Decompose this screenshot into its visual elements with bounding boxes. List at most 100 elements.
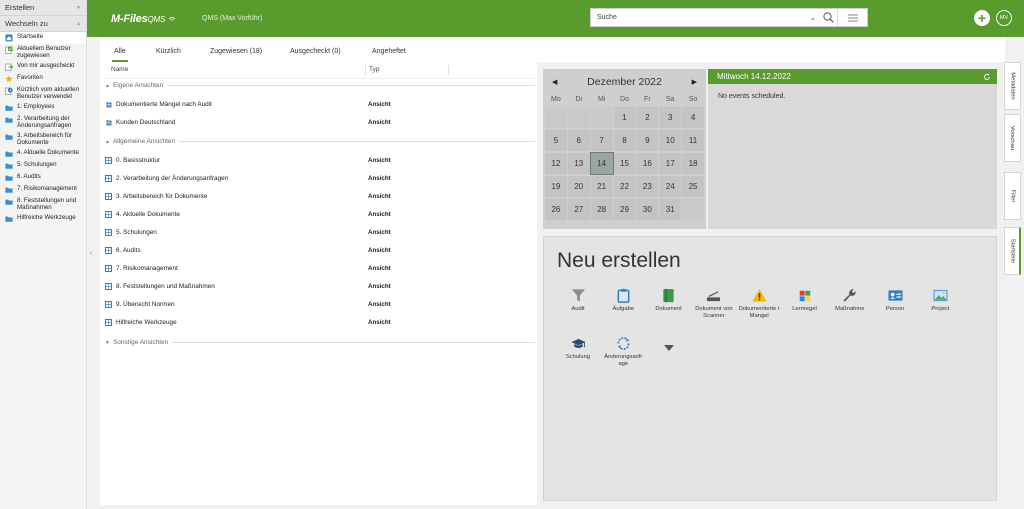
list-row[interactable]: 2. Verarbeitung der Änderungsanfragen Ans…: [105, 172, 535, 184]
calendar-day[interactable]: 10: [659, 130, 682, 151]
tab-kuerzlich[interactable]: Kürzlich: [156, 48, 181, 55]
list-row[interactable]: 4. Aktuelle Dokumente Ansicht: [105, 208, 535, 220]
create-item[interactable]: Lernregel: [782, 288, 828, 313]
tab-angeheftet[interactable]: Angeheftet: [372, 48, 406, 55]
calendar-day[interactable]: 21: [590, 176, 613, 197]
column-divider[interactable]: [448, 65, 449, 75]
list-row[interactable]: 5. Schulungen Ansicht: [105, 226, 535, 238]
list-row[interactable]: 0. Basisstruktur Ansicht: [105, 154, 535, 166]
sidebar-item[interactable]: Startseite: [0, 32, 86, 44]
calendar-day[interactable]: 12: [545, 153, 567, 174]
next-month-icon[interactable]: ▶: [692, 78, 697, 86]
calendar-day[interactable]: 22: [613, 176, 636, 197]
list-row[interactable]: 6. Audits Ansicht: [105, 245, 535, 257]
calendar-day[interactable]: 28: [590, 199, 613, 220]
calendar-day[interactable]: 31: [659, 199, 682, 220]
calendar-day[interactable]: 8: [613, 130, 636, 151]
collapse-sidebar-icon[interactable]: ‹: [87, 246, 95, 260]
list-row[interactable]: 9. Übersicht Normen Ansicht: [105, 299, 535, 311]
calendar-day[interactable]: 11: [682, 130, 704, 151]
switch-section-header[interactable]: Wechseln zu ▲: [0, 16, 86, 32]
calendar-day[interactable]: 2: [636, 107, 659, 128]
create-item[interactable]: Schulung: [555, 336, 601, 361]
calendar-day[interactable]: 25: [682, 176, 704, 197]
calendar-day[interactable]: 17: [659, 153, 682, 174]
calendar-day[interactable]: 18: [682, 153, 704, 174]
sidebar-item[interactable]: Aktuellem Benutzer zugewiesen: [0, 44, 86, 61]
list-row[interactable]: 8. Feststellungen und Maßnahmen Ansicht: [105, 281, 535, 293]
previous-month-icon[interactable]: ◀: [552, 78, 557, 86]
events-empty-text: No events scheduled.: [718, 93, 786, 100]
sidebar-item[interactable]: Kürzlich vom aktuellen Benutzer verwende…: [0, 85, 86, 102]
tab-vorschau[interactable]: Vorschau: [1004, 114, 1021, 162]
sidebar-item[interactable]: 8. Feststellungen und Maßnahmen: [0, 196, 86, 213]
group-own-views[interactable]: ▲ Eigene Ansichten: [105, 82, 535, 89]
sidebar-item[interactable]: 1. Employees: [0, 102, 86, 114]
sidebar-item[interactable]: Favoriten: [0, 73, 86, 85]
tab-zugewiesen[interactable]: Zugewiesen (18): [210, 48, 262, 55]
calendar-day[interactable]: 27: [567, 199, 590, 220]
list-row[interactable]: Dokumentierte Mängel nach Audit Ansicht: [105, 98, 535, 110]
calendar-day[interactable]: 7: [590, 130, 613, 151]
create-item[interactable]: Änderungsanfr age: [600, 336, 646, 368]
calendar-day[interactable]: 26: [545, 199, 567, 220]
tab-ausgecheckt[interactable]: Ausgecheckt (0): [290, 48, 341, 55]
avatar[interactable]: MV: [996, 10, 1012, 26]
list-row[interactable]: Kunden Deutschland Ansicht: [105, 116, 535, 128]
sidebar-item[interactable]: 3. Arbeitsbereich für Dokumente: [0, 131, 86, 148]
calendar-day-today[interactable]: 14: [589, 152, 614, 175]
calendar-day[interactable]: 6: [567, 130, 590, 151]
calendar-day[interactable]: 5: [545, 130, 567, 151]
calendar-day[interactable]: 1: [613, 107, 636, 128]
app-logo[interactable]: M-FilesQMS: [111, 13, 176, 25]
search-options-icon[interactable]: [837, 9, 867, 26]
calendar-day[interactable]: 29: [613, 199, 636, 220]
sidebar-item[interactable]: 6. Audits: [0, 172, 86, 184]
column-divider[interactable]: [365, 65, 366, 75]
sidebar-item[interactable]: 7. Risikomanagement: [0, 184, 86, 196]
list-row[interactable]: 7. Risikomanagement Ansicht: [105, 263, 535, 275]
create-item[interactable]: Project: [917, 288, 963, 313]
tab-startseite[interactable]: Startseite: [1004, 227, 1021, 275]
calendar-day[interactable]: 9: [636, 130, 659, 151]
calendar-day[interactable]: 19: [545, 176, 567, 197]
more-options[interactable]: [646, 340, 692, 355]
chevron-down-icon[interactable]: ⌄: [807, 13, 819, 22]
create-item[interactable]: Dokument von Scanner: [691, 288, 737, 320]
sidebar-item[interactable]: 2. Verarbeitung der Änderungsanfragen: [0, 114, 86, 131]
sidebar-item[interactable]: Von mir ausgecheckt: [0, 61, 86, 73]
group-general-views[interactable]: ▲ Allgemeine Ansichten: [105, 138, 535, 145]
search-icon[interactable]: [819, 9, 837, 26]
group-other-views[interactable]: ▼ Sonstige Ansichten: [105, 339, 535, 346]
column-header-name[interactable]: Name: [111, 66, 128, 73]
sidebar-item[interactable]: 5. Schulungen: [0, 160, 86, 172]
vault-name[interactable]: QMS (Max Vorführ): [202, 15, 262, 22]
list-row[interactable]: Hilfreiche Werkzeuge Ansicht: [105, 317, 535, 329]
sidebar-item[interactable]: 4. Aktuelle Dokumente: [0, 148, 86, 160]
create-item[interactable]: Person: [872, 288, 918, 313]
calendar-day[interactable]: 3: [659, 107, 682, 128]
calendar-day[interactable]: 20: [567, 176, 590, 197]
create-item[interactable]: Audit: [555, 288, 601, 313]
calendar-day[interactable]: 24: [659, 176, 682, 197]
tab-metadaten[interactable]: Metadaten: [1004, 62, 1021, 110]
refresh-icon[interactable]: [983, 73, 991, 81]
calendar-day[interactable]: 13: [567, 153, 590, 174]
create-item[interactable]: Maßnahme: [827, 288, 873, 313]
calendar-day[interactable]: 15: [613, 153, 636, 174]
calendar-day[interactable]: 23: [636, 176, 659, 197]
calendar-day[interactable]: 16: [636, 153, 659, 174]
create-item[interactable]: Aufgabe: [600, 288, 646, 313]
list-row[interactable]: 3. Arbeitsbereich für Dokumente Ansicht: [105, 190, 535, 202]
calendar-day[interactable]: 30: [636, 199, 659, 220]
search-input[interactable]: Suche: [591, 14, 807, 21]
tab-filter[interactable]: Filter: [1004, 172, 1021, 220]
create-item[interactable]: Dokumentierte r Mangel: [736, 288, 782, 320]
column-header-type[interactable]: Typ: [369, 66, 379, 73]
create-section-header[interactable]: Erstellen ▼: [0, 0, 86, 16]
sidebar-item[interactable]: Hilfreiche Werkzeuge: [0, 213, 86, 225]
create-item[interactable]: Dokument: [646, 288, 692, 313]
plus-icon[interactable]: +: [974, 10, 990, 26]
tab-alle[interactable]: Alle: [114, 48, 126, 55]
calendar-day[interactable]: 4: [682, 107, 704, 128]
